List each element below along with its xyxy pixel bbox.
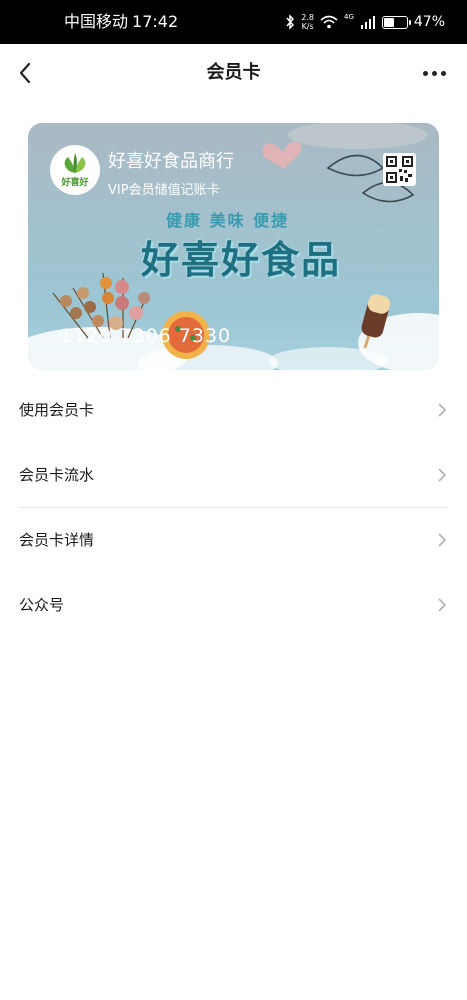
chevron-right-icon bbox=[438, 598, 447, 612]
bluetooth-icon bbox=[286, 14, 295, 30]
status-bar: 中国移动 17:42 2.8 K/s 4G 47% bbox=[0, 0, 467, 44]
member-card[interactable]: 好喜好 好喜好食品商行 VIP会员储值记账卡 健康 美味 便捷 好喜好食品 11… bbox=[28, 123, 439, 370]
chevron-right-icon bbox=[438, 533, 447, 547]
status-right: 2.8 K/s 4G 47% bbox=[285, 0, 445, 44]
menu-item-label: 会员卡详情 bbox=[19, 531, 95, 549]
merchant-logo: 好喜好 bbox=[50, 145, 100, 195]
speed-unit: K/s bbox=[301, 22, 314, 31]
carrier: 中国移动 bbox=[64, 12, 129, 31]
speed-value: 2.8 bbox=[301, 13, 314, 22]
chevron-right-icon bbox=[438, 403, 447, 417]
signal-icon bbox=[360, 16, 375, 29]
nav-bar: 会员卡 bbox=[0, 44, 467, 102]
more-dots-icon[interactable] bbox=[419, 61, 449, 85]
menu-item-label: 会员卡流水 bbox=[19, 466, 95, 484]
wifi-icon bbox=[320, 15, 338, 29]
menu-item-label: 公众号 bbox=[19, 596, 65, 614]
card-number: 1120 7306 7330 bbox=[60, 325, 232, 347]
card-brand: 好喜好食品 bbox=[141, 238, 342, 282]
logo-text: 好喜好 bbox=[61, 178, 89, 188]
menu-item-label: 使用会员卡 bbox=[19, 401, 95, 419]
chevron-right-icon bbox=[438, 468, 447, 482]
status-left: 中国移动 17:42 bbox=[64, 0, 182, 44]
network-speed: 2.8 K/s bbox=[301, 13, 314, 31]
menu-item-use-card[interactable]: 使用会员卡 bbox=[0, 378, 467, 443]
battery-fill bbox=[383, 17, 394, 27]
qr-code-icon[interactable] bbox=[383, 153, 416, 186]
menu-item-card-details[interactable]: 会员卡详情 bbox=[0, 508, 467, 573]
battery-percent: 47% bbox=[413, 14, 445, 30]
network-type: 4G bbox=[343, 13, 354, 21]
clock: 17:42 bbox=[132, 12, 179, 31]
menu-item-card-transactions[interactable]: 会员卡流水 bbox=[0, 443, 467, 508]
menu-item-official-account[interactable]: 公众号 bbox=[0, 573, 467, 638]
card-slogan: 健康 美味 便捷 bbox=[166, 211, 290, 230]
battery-icon bbox=[381, 15, 411, 29]
card-type: VIP会员储值记账卡 bbox=[108, 183, 220, 198]
page-title: 会员卡 bbox=[206, 62, 261, 83]
member-menu: 使用会员卡 会员卡流水 会员卡详情 公众号 bbox=[0, 378, 467, 638]
merchant-name: 好喜好食品商行 bbox=[108, 151, 234, 172]
